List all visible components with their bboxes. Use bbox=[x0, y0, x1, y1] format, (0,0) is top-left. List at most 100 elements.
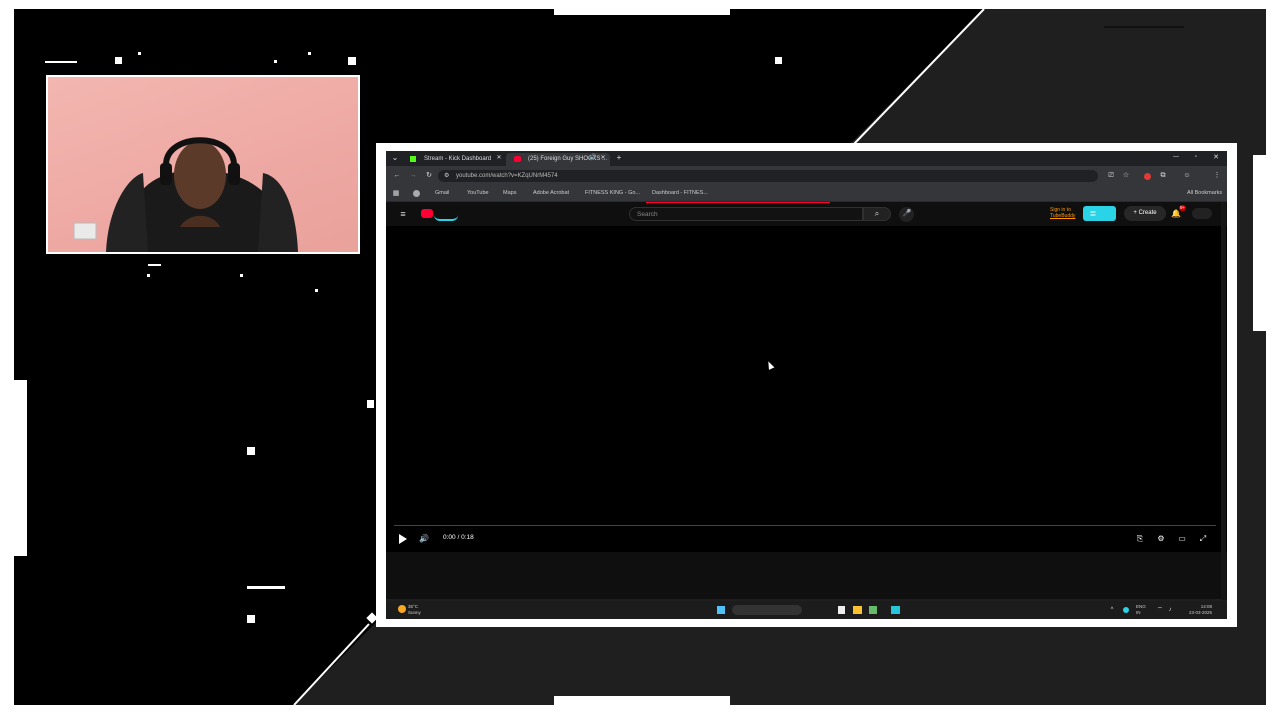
tray-chevron-icon[interactable]: ^ bbox=[1108, 605, 1116, 615]
account-avatar[interactable] bbox=[1192, 208, 1212, 219]
youtube-logo-icon[interactable] bbox=[421, 209, 433, 218]
reload-icon[interactable]: ↻ bbox=[424, 171, 434, 181]
language-indicator[interactable]: ENG IN bbox=[1136, 604, 1146, 616]
bookmarks-bar: ▦ Gmail YouTube Maps Adobe Acrobat FITNE… bbox=[386, 186, 1227, 202]
video-player[interactable] bbox=[386, 226, 1227, 552]
bookmark-gmail[interactable]: Gmail bbox=[426, 188, 449, 199]
overlay-dot bbox=[147, 274, 150, 277]
play-icon[interactable] bbox=[399, 534, 407, 544]
search-button[interactable]: ⌕ bbox=[863, 207, 891, 221]
address-bar-row: ← → ↻ ⚙ youtube.com/watch?v=KZqUNrM4574 … bbox=[386, 166, 1227, 186]
overlay-accent-bottom bbox=[554, 696, 730, 705]
overlay-dot bbox=[274, 60, 277, 63]
apps-grid-icon[interactable]: ▦ bbox=[391, 189, 401, 199]
speaker-icon[interactable]: 🔊 bbox=[589, 153, 597, 163]
tab-close-icon[interactable]: ✕ bbox=[599, 153, 607, 163]
overlay-dot bbox=[240, 274, 243, 277]
overlay-dot bbox=[348, 57, 356, 65]
bookmark-dashboard[interactable]: Dashboard - FITNES... bbox=[643, 188, 708, 199]
tab-search-icon[interactable]: ⌄ bbox=[390, 153, 400, 163]
volume-icon[interactable]: 🔊 bbox=[418, 534, 430, 544]
create-button[interactable]: + Create bbox=[1124, 206, 1166, 221]
fullscreen-icon[interactable]: ⤢ bbox=[1198, 534, 1208, 544]
player-controls: 🔊 0:00 / 0:18 ⎘ ⚙ ▭ ⤢ bbox=[386, 526, 1227, 552]
notification-badge: 9+ bbox=[1179, 205, 1187, 211]
search-icon: ⌕ bbox=[874, 209, 880, 218]
taskbar-app-icon[interactable] bbox=[891, 606, 900, 614]
microphone-icon: 🎤 bbox=[902, 210, 912, 217]
tab-close-icon[interactable]: ✕ bbox=[495, 153, 503, 163]
wifi-icon[interactable]: ⌔ bbox=[1156, 605, 1164, 615]
browser-window: ⌄ Stream - Kick Dashboard ✕ (25) Foreign… bbox=[386, 151, 1227, 619]
windows-start-icon[interactable] bbox=[717, 606, 725, 614]
search-progress-line bbox=[646, 202, 830, 203]
mouse-cursor-icon bbox=[765, 360, 775, 370]
windows-taskbar: 35°C Sunny ^ ENG IN ⌔ ♪ 14:08 23-03-2025 bbox=[386, 601, 1227, 619]
bookmark-chrome-icon[interactable] bbox=[413, 190, 420, 197]
overlay-dot bbox=[138, 52, 141, 55]
site-info-icon: ⚙ bbox=[444, 173, 450, 179]
overlay-accent-top bbox=[554, 6, 730, 15]
streamer-silhouette bbox=[73, 137, 298, 252]
taskbar-app-icon[interactable] bbox=[869, 606, 877, 614]
weather-widget[interactable]: 35°C Sunny bbox=[408, 604, 421, 616]
overlay-dot bbox=[308, 52, 311, 55]
profile-icon[interactable]: ☺ bbox=[1182, 171, 1192, 181]
back-icon[interactable]: ← bbox=[392, 171, 402, 181]
overlay-dot bbox=[247, 615, 255, 623]
bookmark-fitness-king[interactable]: FITNESS KING - Go... bbox=[576, 188, 640, 199]
hamburger-menu-icon[interactable]: ≡ bbox=[398, 209, 408, 219]
file-explorer-icon[interactable] bbox=[853, 606, 862, 614]
bookmark-maps[interactable]: Maps bbox=[494, 188, 516, 199]
tubebuddy-button[interactable]: ≣ bbox=[1083, 206, 1116, 221]
overlay-dash bbox=[45, 61, 77, 63]
overlay-dash bbox=[148, 264, 161, 266]
overlay-accent-line bbox=[1104, 26, 1184, 28]
chrome-menu-icon[interactable]: ⋮ bbox=[1212, 171, 1222, 181]
overlay-dash bbox=[247, 586, 285, 589]
theater-mode-icon[interactable]: ▭ bbox=[1177, 534, 1187, 544]
overlay-dot bbox=[115, 57, 122, 64]
subtitles-icon[interactable]: ⎘ bbox=[1135, 534, 1145, 544]
video-info-area bbox=[386, 552, 1227, 599]
cast-icon[interactable]: ⎚ bbox=[1106, 171, 1116, 181]
overlay-accent-right bbox=[1253, 155, 1266, 331]
tab-kick-dashboard[interactable]: Stream - Kick Dashboard bbox=[402, 153, 506, 166]
search-input[interactable]: Search bbox=[629, 207, 863, 221]
page-scrollbar[interactable] bbox=[1221, 202, 1226, 600]
overlay-dot bbox=[315, 289, 318, 292]
extension-red-icon[interactable] bbox=[1144, 173, 1151, 180]
taskbar-clock[interactable]: 14:08 23-03-2025 bbox=[1180, 604, 1212, 616]
youtube-favicon bbox=[514, 156, 521, 162]
overlay-dot bbox=[775, 57, 782, 64]
tubebuddy-icon: ≣ bbox=[1089, 209, 1097, 218]
settings-gear-icon[interactable]: ⚙ bbox=[1156, 534, 1166, 544]
minimize-icon[interactable]: — bbox=[1171, 152, 1181, 162]
forward-icon[interactable]: → bbox=[408, 171, 418, 181]
close-window-icon[interactable]: ✕ bbox=[1211, 153, 1221, 163]
time-display: 0:00 / 0:18 bbox=[443, 534, 474, 541]
tab-strip: ⌄ Stream - Kick Dashboard ✕ (25) Foreign… bbox=[386, 151, 1227, 166]
tab-label: Stream - Kick Dashboard bbox=[424, 156, 492, 162]
all-bookmarks[interactable]: All Bookmarks bbox=[1178, 188, 1222, 199]
new-tab-icon[interactable]: + bbox=[614, 153, 624, 163]
bookmark-adobe-acrobat[interactable]: Adobe Acrobat bbox=[524, 188, 569, 199]
tray-app-icon[interactable] bbox=[1123, 607, 1129, 613]
overlay-dot bbox=[367, 400, 374, 408]
tubebuddy-signin[interactable]: Sign in to TubeBuddy bbox=[1050, 207, 1075, 219]
url-text: youtube.com/watch?v=KZqUNrM4574 bbox=[456, 173, 558, 179]
url-field[interactable]: ⚙ youtube.com/watch?v=KZqUNrM4574 bbox=[438, 170, 1098, 182]
taskbar-search[interactable] bbox=[732, 605, 802, 615]
maximize-icon[interactable]: ▫ bbox=[1191, 152, 1201, 162]
overlay-accent-left bbox=[14, 380, 27, 556]
youtube-header: ≡ Search ⌕ 🎤 Sign in to TubeBuddy ≣ + Cr… bbox=[386, 202, 1227, 226]
doodle-logo[interactable] bbox=[434, 208, 458, 221]
bookmark-youtube[interactable]: YouTube bbox=[458, 188, 489, 199]
extensions-icon[interactable]: ⧉ bbox=[1158, 171, 1168, 181]
weather-sun-icon[interactable] bbox=[398, 605, 406, 613]
webcam-feed bbox=[46, 75, 360, 254]
volume-tray-icon[interactable]: ♪ bbox=[1166, 605, 1174, 615]
taskbar-app-icon[interactable] bbox=[838, 606, 845, 614]
bookmark-star-icon[interactable]: ☆ bbox=[1121, 171, 1131, 181]
kick-icon bbox=[410, 156, 416, 162]
